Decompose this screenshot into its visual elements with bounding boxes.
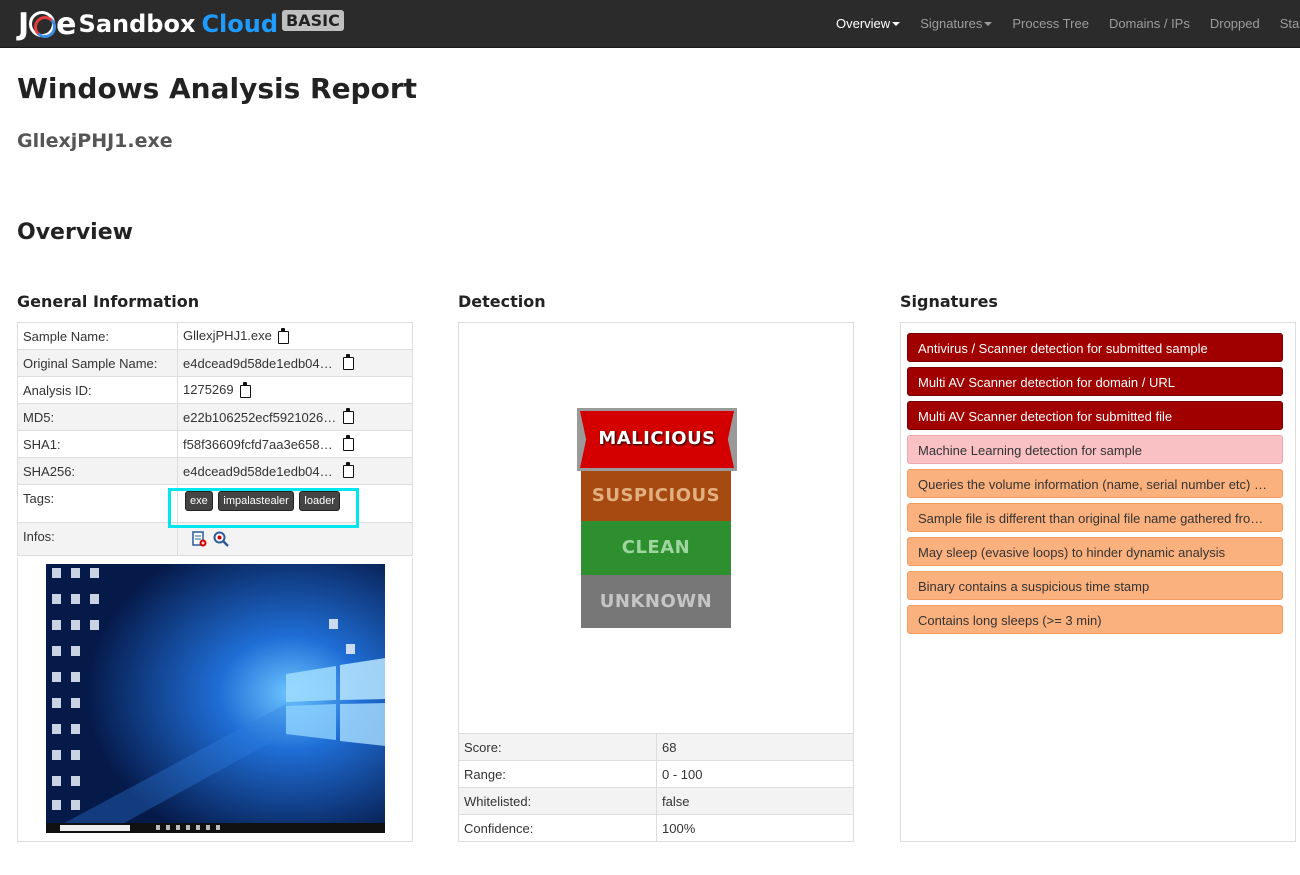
signature-item[interactable]: Sample file is different than original f… [907,503,1283,532]
main-nav: Overview Signatures Process Tree Domains… [826,0,1300,46]
sha1-value: f58f36609fcfd7aa3e658… [183,437,333,453]
score-label: Score: [458,733,657,761]
table-row: Analysis ID: 1275269 [17,376,413,404]
score-value: 68 [656,733,854,761]
level-malicious: MALICIOUS [577,408,737,471]
range-value: 0 - 100 [656,760,854,788]
row-value: GllexjPHJ1.exe [177,322,413,350]
row-value: f58f36609fcfd7aa3e658… [177,430,413,458]
signatures-list: Antivirus / Scanner detection for submit… [900,322,1296,842]
desktop-screenshot[interactable] [46,564,385,833]
logo-letter-e: e [56,6,77,42]
magnifier-target-icon[interactable] [213,531,229,548]
table-row: Tags: exe impalastealer loader [17,484,413,523]
row-label: Sample Name: [17,322,178,350]
nav-overview-label: Overview [836,15,891,31]
windows-desktop-image [46,564,385,833]
range-label: Range: [458,760,657,788]
chevron-down-icon [892,22,901,27]
tags-cell: exe impalastealer loader [177,484,413,523]
table-row: SHA256: e4dcead9d58de1edb04… [17,457,413,485]
logo-sandbox-text: Sandbox [78,10,196,38]
table-row: Score: 68 [458,733,854,761]
general-info-heading: General Information [17,292,200,311]
signature-item[interactable]: May sleep (evasive loops) to hinder dyna… [907,537,1283,566]
row-label: SHA1: [17,430,178,458]
logo-o-icon [29,11,57,38]
clipboard-icon[interactable] [277,327,289,344]
analysis-id-value: 1275269 [183,382,234,398]
logo-letter-j: J [18,6,29,42]
row-label: SHA256: [17,457,178,485]
logo-edition-badge: BASIC [282,9,344,31]
table-row: Range: 0 - 100 [458,760,854,788]
signature-item[interactable]: Binary contains a suspicious time stamp [907,571,1283,600]
signature-item[interactable]: Contains long sleeps (>= 3 min) [907,605,1283,634]
level-clean: CLEAN [581,521,731,575]
tag-exe[interactable]: exe [185,491,213,511]
level-unknown: UNKNOWN [581,575,731,628]
joe-sandbox-logo[interactable]: J e Sandbox Cloud BASIC [18,6,344,42]
sample-name-value: GllexjPHJ1.exe [183,328,272,344]
signature-item[interactable]: Machine Learning detection for sample [907,435,1283,464]
signatures-heading: Signatures [900,292,998,311]
clipboard-icon[interactable] [343,354,354,371]
detection-heading: Detection [458,292,546,311]
infos-label: Infos: [17,522,178,556]
nav-statistics[interactable]: Sta [1270,16,1300,31]
row-value: e22b106252ecf5921026… [177,403,413,431]
sha256-value: e4dcead9d58de1edb04… [183,464,333,480]
original-sample-name-value: e4dcead9d58de1edb04… [183,356,333,372]
row-label: MD5: [17,403,178,431]
nav-signatures-label: Signatures [920,15,983,31]
row-label: Original Sample Name: [17,349,178,377]
tag-loader[interactable]: loader [299,491,340,511]
detection-table: Score: 68 Range: 0 - 100 Whitelisted: false… [458,733,854,842]
table-row: Confidence: 100% [458,814,854,842]
clipboard-icon[interactable] [239,381,251,398]
signature-item[interactable]: Multi AV Scanner detection for submitted… [907,401,1283,430]
whitelisted-label: Whitelisted: [458,787,657,815]
table-row: Whitelisted: false [458,787,854,815]
infos-cell [177,522,413,556]
tag-impalastealer[interactable]: impalastealer [218,491,294,511]
tags-label: Tags: [17,484,178,523]
signature-item[interactable]: Queries the volume information (name, se… [907,469,1283,498]
nav-dropped[interactable]: Dropped [1200,16,1270,31]
screenshot-cell [17,558,413,842]
table-row: Sample Name: GllexjPHJ1.exe [17,322,413,350]
table-row: MD5: e22b106252ecf5921026… [17,403,413,431]
nav-signatures[interactable]: Signatures [910,16,1002,31]
nav-process-tree[interactable]: Process Tree [1002,16,1099,31]
general-info-table: Sample Name: GllexjPHJ1.exe Original Sam… [17,322,413,556]
clipboard-icon[interactable] [343,408,354,425]
row-value: e4dcead9d58de1edb04… [177,349,413,377]
signature-item[interactable]: Multi AV Scanner detection for domain / … [907,367,1283,396]
document-report-icon[interactable] [191,531,207,547]
sample-name-heading: GllexjPHJ1.exe [17,130,173,152]
nav-domains-ips[interactable]: Domains / IPs [1099,16,1200,31]
level-malicious-label: MALICIOUS [580,411,734,468]
logo-cloud-text: Cloud [201,10,279,38]
table-row: Infos: [17,522,413,556]
row-value: 1275269 [177,376,413,404]
row-label: Analysis ID: [17,376,178,404]
table-row: SHA1: f58f36609fcfd7aa3e658… [17,430,413,458]
page-title: Windows Analysis Report [17,72,418,105]
signature-item[interactable]: Antivirus / Scanner detection for submit… [907,333,1283,362]
confidence-label: Confidence: [458,814,657,842]
clipboard-icon[interactable] [343,462,354,479]
chevron-down-icon [984,22,993,27]
nav-overview[interactable]: Overview [826,16,910,31]
detection-meter: MALICIOUS SUSPICIOUS CLEAN UNKNOWN [458,322,854,734]
row-value: e4dcead9d58de1edb04… [177,457,413,485]
clipboard-icon[interactable] [343,435,354,452]
overview-heading: Overview [17,220,133,245]
md5-value: e22b106252ecf5921026… [183,410,337,426]
level-suspicious: SUSPICIOUS [581,471,731,521]
top-navbar: J e Sandbox Cloud BASIC Overview Signatu… [0,0,1300,48]
table-row: Original Sample Name: e4dcead9d58de1edb0… [17,349,413,377]
whitelisted-value: false [656,787,854,815]
confidence-value: 100% [656,814,854,842]
